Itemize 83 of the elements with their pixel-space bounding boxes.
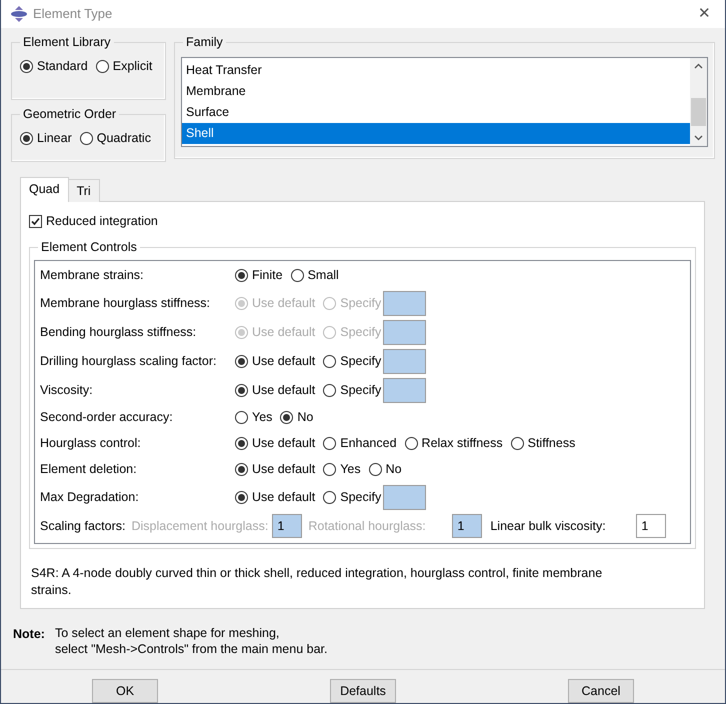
field-label: Drilling hourglass scaling factor: (40, 352, 218, 370)
field-label: Max Degradation: (40, 488, 140, 506)
input-field[interactable] (383, 348, 426, 374)
scroll-up-icon[interactable] (694, 63, 703, 69)
dialog-button[interactable]: Cancel (568, 679, 634, 703)
radio-button[interactable] (235, 463, 248, 476)
radio-label[interactable]: Yes (340, 460, 361, 479)
radio-label[interactable]: Stiffness (528, 434, 576, 453)
radio-label[interactable]: Yes (252, 408, 272, 427)
radio-button[interactable] (323, 354, 336, 368)
radio-button[interactable] (235, 269, 248, 282)
radio-button[interactable] (280, 411, 294, 424)
field-label: Membrane strains: (40, 267, 145, 284)
radio-button[interactable] (20, 132, 33, 145)
field-label: Displacement hourglass: (131, 518, 268, 535)
radio-button[interactable] (235, 411, 248, 424)
radio-label[interactable]: Specify (340, 380, 382, 400)
radio-label[interactable]: Finite (252, 266, 283, 285)
radio-button[interactable] (80, 132, 93, 145)
scrollbar[interactable] (690, 58, 707, 146)
radio-label[interactable]: Use default (252, 434, 316, 453)
group-title: Element Library (20, 34, 114, 50)
tab[interactable]: Quad (20, 177, 69, 202)
checkbox-label[interactable]: Reduced integration (46, 212, 158, 231)
radio-label[interactable]: No (386, 460, 402, 479)
radio-button[interactable] (323, 463, 336, 476)
field-label: Bending hourglass stiffness: (40, 324, 198, 341)
radio-label[interactable]: Small (308, 266, 339, 285)
dialog-button[interactable]: Defaults (330, 679, 396, 703)
note-label: Note: (13, 626, 45, 643)
description-text: S4R: A 4-node doubly curved thin or thick shell, reduced integration, hourglass control, finite membrane strains. (31, 564, 604, 599)
radio-button[interactable] (290, 269, 304, 282)
radio-button[interactable] (96, 60, 109, 73)
note-text: To select an element shape for meshing, (54, 625, 280, 641)
family-list[interactable]: Heat Transfer Membrane Surface Shell (181, 57, 708, 147)
app-icon (11, 6, 27, 22)
close-button[interactable]: ✕ (694, 2, 715, 26)
checkbox[interactable] (29, 214, 42, 228)
radio-button[interactable] (235, 437, 248, 450)
radio-label[interactable]: Use default (252, 488, 316, 506)
field-label: Scaling factors: (40, 518, 126, 535)
field-label: Viscosity: (40, 382, 94, 399)
window-title: Element Type (33, 5, 114, 24)
field-label: Element deletion: (40, 461, 138, 478)
input-field[interactable] (383, 484, 426, 510)
radio-label[interactable]: Specify (340, 488, 382, 506)
tab[interactable]: Tri (68, 179, 100, 202)
input-field[interactable] (383, 378, 426, 403)
list-item[interactable]: Shell (182, 123, 690, 144)
radio-label[interactable]: Use default (252, 380, 316, 400)
radio-button[interactable] (235, 384, 248, 397)
field-label: Second-order accuracy: (40, 409, 174, 426)
input-field[interactable]: 1 (636, 514, 666, 538)
radio-label[interactable]: Explicit (112, 57, 152, 76)
radio-label[interactable]: No (297, 408, 314, 427)
list-item[interactable]: Membrane (182, 81, 690, 102)
radio-button[interactable] (368, 463, 382, 476)
list-item[interactable]: Surface (182, 102, 690, 123)
radio-label[interactable]: Use default (252, 460, 316, 479)
group-title: Family (183, 34, 226, 50)
radio-label[interactable]: Standard (37, 57, 88, 76)
radio-button[interactable] (235, 354, 248, 368)
radio-label[interactable]: Use default (252, 352, 316, 370)
radio-label[interactable]: Relax stiffness (422, 434, 503, 453)
radio-button[interactable] (20, 60, 33, 73)
radio-button[interactable] (323, 437, 336, 450)
radio-button[interactable] (404, 437, 418, 450)
field-label: Rotational hourglass: (308, 518, 427, 535)
dialog-button[interactable]: OK (92, 679, 158, 703)
radio-button[interactable] (510, 437, 524, 450)
radio-button[interactable] (235, 490, 248, 504)
radio-label[interactable]: Enhanced (340, 434, 397, 453)
field-label: Linear bulk viscosity: (490, 518, 607, 535)
field-label: Membrane hourglass stiffness: (40, 294, 211, 312)
radio-label[interactable]: Specify (340, 352, 382, 370)
note-text: select "Mesh->Controls" from the main menu bar. (54, 641, 328, 657)
radio-button[interactable] (323, 490, 336, 504)
scroll-down-icon[interactable] (694, 135, 703, 141)
list-item[interactable]: Heat Transfer (182, 60, 690, 81)
radio-button[interactable] (323, 384, 336, 397)
radio-label[interactable]: Linear (37, 129, 72, 148)
radio-label[interactable]: Quadratic (96, 129, 151, 148)
field-label: Hourglass control: (40, 435, 142, 452)
